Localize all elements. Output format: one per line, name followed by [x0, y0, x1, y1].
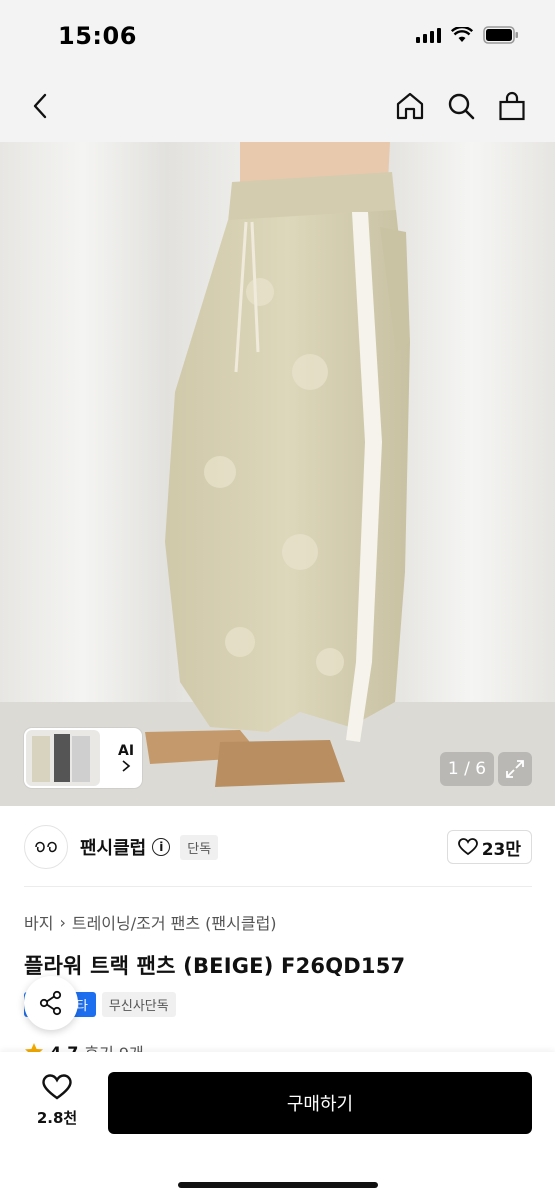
brand-like-count: 23만: [481, 839, 521, 860]
top-nav: [0, 72, 555, 142]
chevron-right-icon: [122, 760, 131, 772]
brand-row: 팬시클럽 i 단독 23만: [24, 824, 532, 870]
thumbnail-image: [26, 730, 100, 786]
breadcrumb: 바지 › 트레이닝/조거 팬츠 (팬시클럽): [24, 910, 277, 934]
cart-button[interactable]: [492, 86, 532, 126]
brand-name[interactable]: 팬시클럽: [80, 834, 146, 860]
heart-icon: [42, 1074, 72, 1100]
status-time: 15:06: [58, 22, 137, 50]
buy-button[interactable]: 구매하기: [108, 1072, 532, 1134]
product-title: 플라워 트랙 팬츠 (BEIGE) F26QD157: [24, 954, 406, 978]
brand-logo[interactable]: [24, 825, 68, 869]
chevron-left-icon: [33, 93, 47, 119]
breadcrumb-item[interactable]: 트레이닝/조거 팬츠 (팬시클럽): [72, 910, 277, 934]
breadcrumb-item[interactable]: 바지: [24, 910, 53, 934]
image-pager: 1 / 6: [440, 752, 494, 786]
home-icon: [396, 92, 424, 120]
info-icon[interactable]: i: [152, 838, 171, 856]
wishlist-button[interactable]: 2.8천: [30, 1074, 84, 1128]
brand-logo-mark: [35, 841, 57, 853]
status-icons: [416, 26, 519, 44]
status-bar: 15:06: [0, 0, 555, 72]
bottom-bar: 2.8천 구매하기: [0, 1052, 555, 1200]
share-button[interactable]: [24, 976, 78, 1030]
heart-icon: [457, 838, 478, 856]
expand-button[interactable]: [498, 752, 532, 786]
product-image[interactable]: AI 1 / 6: [0, 142, 555, 806]
ai-text: AI: [118, 743, 135, 759]
wifi-icon: [451, 27, 473, 42]
breadcrumb-separator-icon: ›: [59, 912, 66, 932]
share-icon: [39, 990, 62, 1016]
divider: [24, 886, 532, 887]
exclusive-tag: 무신사단독: [101, 992, 176, 1017]
ai-label: AI: [118, 743, 134, 773]
shopping-bag-icon: [499, 91, 525, 121]
ai-thumbnail-card[interactable]: AI: [24, 728, 142, 788]
product-photo: [0, 142, 555, 806]
home-button[interactable]: [390, 86, 430, 126]
search-icon: [448, 93, 475, 120]
home-indicator: [178, 1182, 378, 1188]
wishlist-count: 2.8천: [36, 1109, 78, 1127]
back-button[interactable]: [20, 86, 60, 126]
battery-icon: [483, 26, 518, 44]
search-button[interactable]: [441, 86, 481, 126]
signal-icon: [416, 27, 441, 43]
brand-like-button[interactable]: 23만: [446, 830, 532, 864]
expand-icon: [506, 760, 524, 778]
exclusive-badge: 단독: [180, 834, 219, 860]
